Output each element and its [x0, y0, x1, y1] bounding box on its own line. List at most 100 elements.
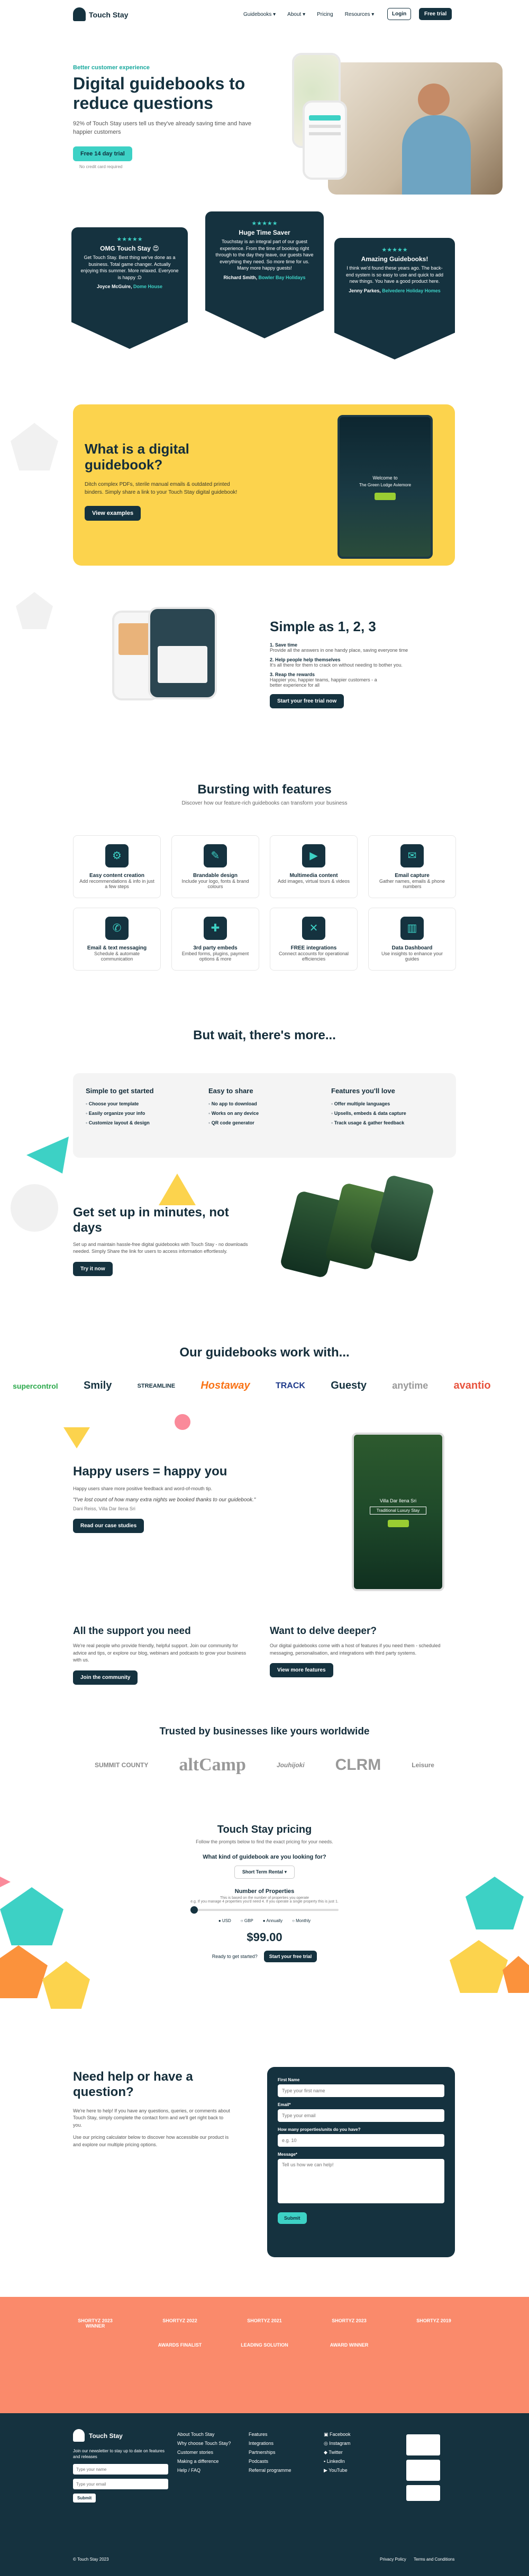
trusted-title: Trusted by businesses like yours worldwi… [159, 1726, 370, 1737]
delve-title: Want to delve deeper? [270, 1626, 377, 1637]
happy-title: Happy users = happy you [73, 1464, 227, 1479]
more-item: QR code generator [211, 1120, 254, 1125]
award-badge: SHORTYZ 2022 [162, 2318, 197, 2323]
logo-icon[interactable] [73, 7, 86, 21]
dashboard-icon: ▥ [400, 917, 424, 940]
free-trial-button[interactable]: Free trial [419, 8, 452, 20]
footer-link[interactable]: Referral programme [249, 2466, 291, 2475]
privacy-link[interactable]: Privacy Policy [380, 2557, 406, 2562]
pricing-trial-button[interactable]: Start your free trial [263, 1951, 317, 1962]
feature-body: Use insights to enhance your guides [381, 951, 443, 962]
contact-submit-button[interactable]: Submit [278, 2212, 307, 2224]
testimonial-company: Belvedere Holiday Homes [382, 288, 441, 293]
simple-trial-button[interactable]: Start your free trial now [270, 694, 344, 708]
view-examples-button[interactable]: View examples [85, 505, 141, 521]
footer-link[interactable]: About Touch Stay [177, 2430, 231, 2439]
simple-steps: Simple as 1, 2, 3 1. Save time Provide a… [270, 618, 460, 708]
phone-villa-sub: Traditional Luxury Stay [370, 1507, 426, 1515]
step-body: Happier you, happier teams, happier cust… [270, 677, 377, 688]
more-panel: Simple to get started ◦ Choose your temp… [73, 1073, 456, 1158]
view-features-button[interactable]: View more features [270, 1663, 333, 1677]
youtube-link[interactable]: ▶ YouTube [324, 2466, 351, 2475]
currency-gbp-radio[interactable]: ○ GBP [241, 1918, 253, 1923]
stars-icon: ★★★★★ [381, 247, 408, 253]
decor-circle [175, 1414, 190, 1430]
nav-about[interactable]: About ▾ [287, 12, 305, 17]
feature-card: ✚ 3rd party embeds Embed forms, plugins, p… [171, 908, 259, 971]
twitter-link[interactable]: ◆ Twitter [324, 2448, 351, 2457]
linkedin-link[interactable]: ▪ LinkedIn [324, 2457, 351, 2466]
step-title: 1. Save time [270, 642, 298, 648]
more-item: No app to download [211, 1101, 257, 1106]
phone-enter-button [387, 1520, 409, 1527]
hero-phone-list [303, 100, 347, 180]
hero-photo [328, 62, 503, 195]
message-textarea[interactable] [278, 2159, 444, 2203]
terms-link[interactable]: Terms and Conditions [414, 2557, 454, 2562]
trusted-logo: Leisure [412, 1761, 434, 1769]
facebook-link[interactable]: ▣ Facebook [324, 2430, 351, 2439]
newsletter-submit-button[interactable]: Submit [73, 2494, 96, 2503]
decor-triangle [26, 1137, 69, 1174]
decor-pentagon [16, 592, 53, 629]
certification-badge [406, 2460, 440, 2481]
footer-link[interactable]: Why choose Touch Stay? [177, 2439, 231, 2448]
partner-logo: TRACK [275, 1381, 305, 1390]
guidebook-type-select[interactable]: Short Term Rental ▾ [234, 1866, 295, 1879]
feature-title: Brandable design [193, 873, 238, 879]
more-column-title: Features you'll love [331, 1087, 395, 1095]
nav-pricing[interactable]: Pricing [317, 12, 333, 17]
feature-card: ✎ Brandable design Include your logo, font… [171, 835, 259, 898]
email-input[interactable] [278, 2109, 444, 2122]
case-studies-button[interactable]: Read our case studies [73, 1518, 144, 1533]
login-button[interactable]: Login [387, 8, 412, 20]
join-community-button[interactable]: Join the community [73, 1670, 138, 1685]
properties-slider[interactable] [190, 1906, 339, 1914]
partner-logos: supercontrol Smily STREAMLINE Hostaway T… [0, 1380, 529, 1392]
newsletter-email-input[interactable] [73, 2479, 168, 2489]
footer-link[interactable]: Help / FAQ [177, 2466, 231, 2475]
feature-card: ✉ Email capture Gather names, emails & pho… [368, 835, 456, 898]
footer-link[interactable]: Features [249, 2430, 291, 2439]
feature-card: ⚙ Easy content creation Add recommendation… [73, 835, 161, 898]
feature-title: Email & text messaging [87, 945, 147, 951]
feature-title: Easy content creation [89, 873, 144, 879]
hero-title: Digital guidebooks to reduce questions [73, 74, 245, 113]
footer-link[interactable]: Making a difference [177, 2457, 231, 2466]
certification-badge [406, 2485, 440, 2501]
instagram-link[interactable]: ◎ Instagram [324, 2439, 351, 2448]
period-annual-radio[interactable]: ● Annually [263, 1918, 282, 1923]
support-right: Want to delve deeper? Our digital guideb… [270, 1626, 450, 1677]
award-badge: SHORTYZ 2023 [332, 2318, 367, 2323]
decor-pentagon [0, 1887, 63, 1945]
footer-link[interactable]: Podcasts [249, 2457, 291, 2466]
youtube-icon: ▶ [324, 2468, 327, 2473]
nav-resources[interactable]: Resources ▾ [345, 12, 375, 17]
footer-link[interactable]: Integrations [249, 2439, 291, 2448]
more-column: Easy to share ◦ No app to download ◦ Work… [208, 1087, 321, 1144]
hero-trial-button[interactable]: Free 14 day trial [73, 146, 132, 161]
first-name-input[interactable] [278, 2084, 444, 2097]
instagram-icon: ◎ [324, 2441, 328, 2446]
try-now-button[interactable]: Try it now [73, 1261, 113, 1276]
slider-handle[interactable] [190, 1906, 198, 1914]
happy-body: Happy users share more positive feedback… [73, 1486, 213, 1491]
price-display: $99.00 [247, 1931, 282, 1944]
person-head [418, 84, 450, 115]
nav-guidebooks[interactable]: Guidebooks ▾ [243, 12, 276, 17]
brand-name[interactable]: Touch Stay [89, 11, 128, 19]
partner-logo: avantio [453, 1380, 491, 1391]
footer-col-product: Features Integrations Partnerships Podca… [249, 2430, 291, 2475]
currency-label: GBP [244, 1918, 253, 1923]
decor-pentagon [0, 1945, 48, 1998]
currency-usd-radio[interactable]: ● USD [218, 1918, 231, 1923]
footer-link[interactable]: Customer stories [177, 2448, 231, 2457]
step-body: It's all there for them to crack on with… [270, 662, 403, 668]
more-item: Track usage & gather feedback [334, 1120, 405, 1125]
properties-count-input[interactable] [278, 2134, 444, 2147]
footer-link[interactable]: Partnerships [249, 2448, 291, 2457]
phone-enter-button [375, 493, 396, 500]
decor-pentagon [11, 423, 58, 470]
period-monthly-radio[interactable]: ○ Monthly [292, 1918, 311, 1923]
newsletter-name-input[interactable] [73, 2464, 168, 2475]
